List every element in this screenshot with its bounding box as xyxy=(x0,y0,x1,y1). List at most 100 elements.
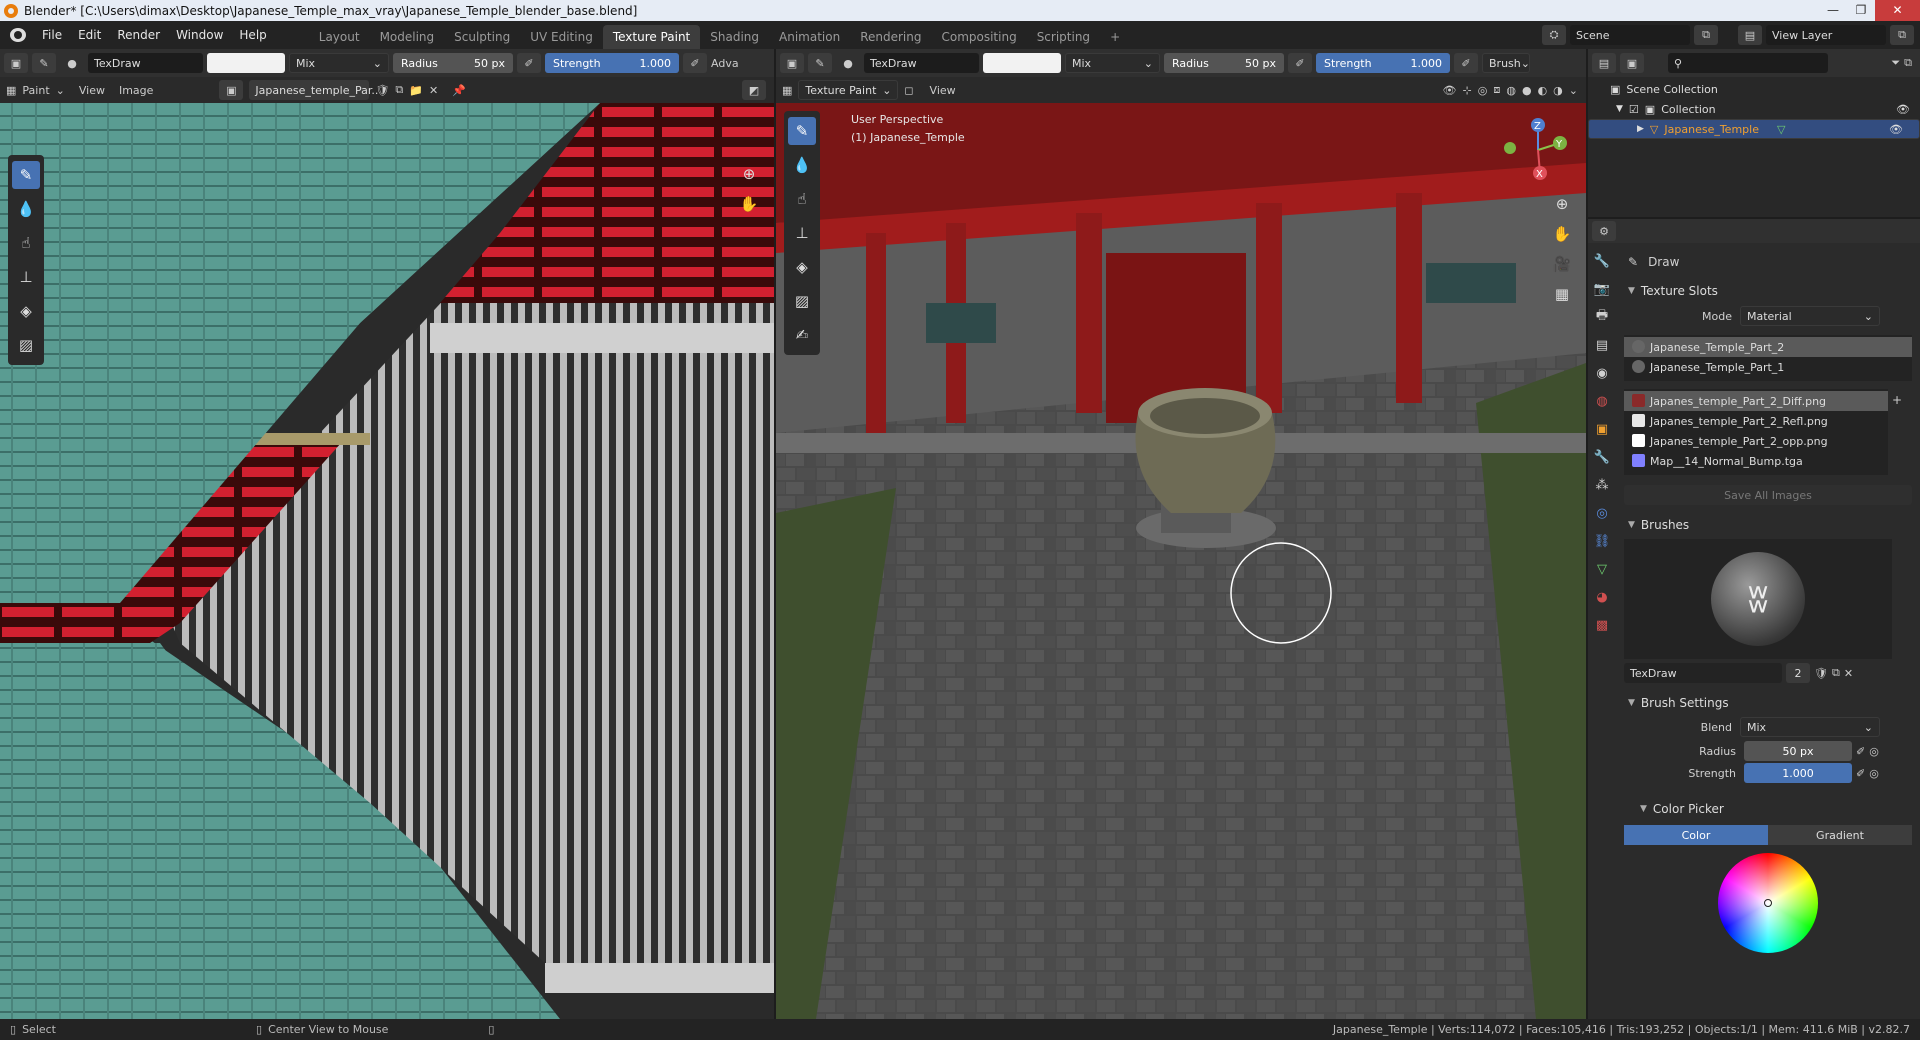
new-view-layer-icon[interactable]: ⧉ xyxy=(1890,25,1914,45)
mask-tool-icon[interactable]: ▨ xyxy=(788,287,816,315)
list-item[interactable]: Japanes_temple_Part_2_Diff.png xyxy=(1624,391,1888,411)
brush-name-field[interactable]: TexDraw xyxy=(1624,663,1782,683)
particles-tab-icon[interactable]: ⁂ xyxy=(1590,473,1614,497)
data-tab-icon[interactable]: ▽ xyxy=(1590,557,1614,581)
close-icon[interactable]: ✕ xyxy=(1875,0,1920,21)
smear-tool-icon[interactable]: ☝ xyxy=(788,185,816,213)
maximize-icon[interactable]: ❐ xyxy=(1847,0,1875,21)
strength-slider[interactable]: Strength 1.000 xyxy=(1316,53,1450,73)
strength-slider[interactable]: Strength 1.000 xyxy=(545,53,679,73)
tab-texture-paint[interactable]: Texture Paint xyxy=(602,25,701,49)
tab-animation[interactable]: Animation xyxy=(769,25,850,49)
image-browse-icon[interactable]: ▣ xyxy=(219,80,244,100)
overlay-toggle-icon[interactable]: ◎ xyxy=(1478,84,1488,97)
list-item[interactable]: Japanes_temple_Part_2_Refl.png xyxy=(1624,411,1888,431)
fill-tool-icon[interactable]: ◈ xyxy=(788,253,816,281)
mode-dropdown[interactable]: Texture Paint ⌄ xyxy=(798,80,899,100)
tab-modeling[interactable]: Modeling xyxy=(370,25,445,49)
pressure-icon[interactable]: ✐ xyxy=(1856,745,1865,758)
outliner-row-scene-collection[interactable]: ▣ Scene Collection xyxy=(1588,79,1920,99)
brushes-panel-header[interactable]: ▼ Brushes xyxy=(1620,513,1916,537)
list-item[interactable]: Japanese_Temple_Part_2 xyxy=(1624,337,1912,357)
zoom-icon[interactable]: ⊕ xyxy=(738,163,760,185)
object-tab-icon[interactable]: ▣ xyxy=(1590,417,1614,441)
solid-shading-icon[interactable]: ● xyxy=(1522,84,1532,97)
pressure-icon[interactable]: ✐ xyxy=(1856,767,1865,780)
new-scene-icon[interactable]: ⧉ xyxy=(1694,25,1718,45)
expand-icon[interactable]: ▶ xyxy=(1637,124,1644,134)
list-item[interactable]: Japanes_temple_Part_2_opp.png xyxy=(1624,431,1888,451)
brush-tool-icon[interactable]: ✎ xyxy=(808,53,832,73)
blend-dropdown[interactable]: Mix ⌄ xyxy=(289,53,389,73)
expand-icon[interactable]: ▼ xyxy=(1616,104,1623,114)
soften-tool-icon[interactable]: 💧 xyxy=(12,195,40,223)
visibility-icon[interactable]: 👁 xyxy=(1443,84,1457,97)
tab-color[interactable]: Color xyxy=(1624,825,1768,845)
texture-slots-panel-header[interactable]: ▼ Texture Slots xyxy=(1620,279,1916,303)
shading-options-icon[interactable]: ⌄ xyxy=(1569,84,1578,97)
wireframe-shading-icon[interactable]: ◍ xyxy=(1506,84,1516,97)
scene-field[interactable]: Scene xyxy=(1570,25,1690,45)
editor-type-icon[interactable]: ⚙ xyxy=(1592,221,1616,241)
menu-help[interactable]: Help xyxy=(231,21,274,49)
display-mode-icon[interactable]: ▣ xyxy=(1620,53,1644,73)
soften-tool-icon[interactable]: 💧 xyxy=(788,151,816,179)
editor-type-icon[interactable]: ▣ xyxy=(780,53,804,73)
zoom-icon[interactable]: ⊕ xyxy=(1551,193,1573,215)
minimize-icon[interactable]: — xyxy=(1819,0,1847,21)
new-collection-icon[interactable]: ⧉ xyxy=(1904,56,1912,70)
strength-pressure-toggle-icon[interactable]: ◎ xyxy=(1869,767,1879,780)
outliner-row-collection[interactable]: ▼ ☑ ▣ Collection 👁 xyxy=(1588,99,1920,119)
new-image-icon[interactable]: ⧉ xyxy=(395,83,403,97)
view-layer-field[interactable]: View Layer xyxy=(1766,25,1886,45)
outliner-row-japanese-temple[interactable]: ▶ ▽ Japanese_Temple ▽ 👁 xyxy=(1588,119,1920,139)
draw-tool-icon[interactable]: ✎ xyxy=(12,161,40,189)
list-item[interactable]: Japanese_Temple_Part_1 xyxy=(1624,357,1912,377)
view-layer-tab-icon[interactable]: ▤ xyxy=(1590,333,1614,357)
image-menu[interactable]: Image xyxy=(119,84,153,97)
tab-shading[interactable]: Shading xyxy=(700,25,769,49)
rendered-shading-icon[interactable]: ◑ xyxy=(1553,84,1563,97)
image-canvas[interactable]: ✎ 💧 ☝ ⊥ ◈ ▨ ⊕ ✋ xyxy=(0,103,774,1019)
grid-view-icon[interactable]: ▦ xyxy=(1551,283,1573,305)
clone-tool-icon[interactable]: ⊥ xyxy=(788,219,816,247)
add-workspace-button[interactable]: + xyxy=(1100,25,1130,49)
navigation-gizmo[interactable]: Z Y X xyxy=(1498,115,1578,185)
view-layer-icon[interactable]: ▤ xyxy=(1738,25,1762,45)
scene-icon[interactable]: ⛭ xyxy=(1542,25,1566,45)
pan-hand-icon[interactable]: ✋ xyxy=(1551,223,1573,245)
unlink-brush-icon[interactable]: ✕ xyxy=(1844,667,1853,680)
clone-tool-icon[interactable]: ⊥ xyxy=(12,263,40,291)
tool-tab-icon[interactable]: 🔧 xyxy=(1590,249,1614,273)
brush-menu[interactable]: Brush ⌄ xyxy=(1482,53,1530,73)
unlink-icon[interactable]: ✕ xyxy=(429,84,438,97)
mask-tool-icon[interactable]: ▨ xyxy=(12,331,40,359)
mode-menu[interactable]: Paint xyxy=(22,84,49,97)
tab-gradient[interactable]: Gradient xyxy=(1768,825,1912,845)
texture-tab-icon[interactable]: ▩ xyxy=(1590,613,1614,637)
menu-file[interactable]: File xyxy=(34,21,70,49)
brush-name-field[interactable]: TexDraw xyxy=(88,53,203,73)
radius-slider[interactable]: Radius 50 px xyxy=(1164,53,1284,73)
scene-tab-icon[interactable]: ◉ xyxy=(1590,361,1614,385)
view-menu[interactable]: View xyxy=(930,84,956,97)
editor-type-icon[interactable]: ▣ xyxy=(4,53,28,73)
tab-rendering[interactable]: Rendering xyxy=(850,25,931,49)
strength-slider[interactable]: 1.000 xyxy=(1744,763,1852,783)
advanced-menu[interactable]: Adva xyxy=(711,57,739,70)
physics-tab-icon[interactable]: ◎ xyxy=(1590,501,1614,525)
output-tab-icon[interactable]: 🖶 xyxy=(1590,305,1614,329)
camera-icon[interactable]: 🎥 xyxy=(1551,253,1573,275)
radius-unit-icon[interactable]: ◎ xyxy=(1869,745,1879,758)
modifier-tab-icon[interactable]: 🔧 xyxy=(1590,445,1614,469)
material-shading-icon[interactable]: ◐ xyxy=(1538,84,1548,97)
mask-toggle-icon[interactable]: ◻ xyxy=(904,84,913,97)
tab-sculpting[interactable]: Sculpting xyxy=(444,25,520,49)
radius-slider[interactable]: Radius 50 px xyxy=(393,53,513,73)
duplicate-brush-icon[interactable]: ⧉ xyxy=(1832,666,1840,680)
pan-hand-icon[interactable]: ✋ xyxy=(738,193,760,215)
brush-preview[interactable]: ʬ xyxy=(1624,539,1892,659)
brush-settings-panel-header[interactable]: ▼ Brush Settings xyxy=(1620,691,1916,715)
tab-compositing[interactable]: Compositing xyxy=(931,25,1026,49)
brush-color-swatch[interactable] xyxy=(983,53,1061,73)
